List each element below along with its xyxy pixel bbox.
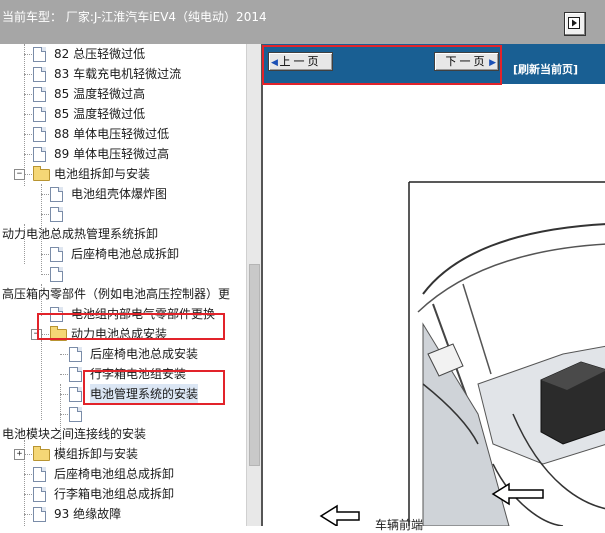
tree-item-label: 83 车载充电机轻微过流 xyxy=(54,67,182,81)
tree-connector xyxy=(24,174,32,175)
document-icon xyxy=(33,127,46,142)
tree-connector xyxy=(24,494,32,495)
tree-connector xyxy=(41,214,49,215)
tree-connector xyxy=(24,94,32,95)
tree-item[interactable]: 88 单体电压轻微过低 xyxy=(0,124,246,144)
tree-item-label: 后座椅电池总成安装 xyxy=(90,347,199,361)
tree-connector xyxy=(41,274,49,275)
title-bar: 当前车型： 厂家:J-江淮汽车iEV4（纯电动）2014 xyxy=(0,0,605,44)
refresh-page-link[interactable]: [刷新当前页] xyxy=(513,61,578,77)
tree-item-label: 后座椅电池组总成拆卸 xyxy=(54,467,175,481)
tree-item[interactable]: 93 绝缘故障 xyxy=(0,504,246,524)
tree-scrollbar[interactable] xyxy=(246,44,261,526)
document-icon xyxy=(69,367,82,382)
document-icon xyxy=(33,87,46,102)
vehicle-diagram: 车辆前端 xyxy=(263,84,605,532)
tree-connector xyxy=(60,394,68,395)
tree-item-label: 电池组拆卸与安装 xyxy=(54,167,151,181)
tree-item[interactable]: 后座椅电池总成安装 xyxy=(0,344,246,364)
tree-item[interactable]: 89 单体电压轻微过高 xyxy=(0,144,246,164)
tree-item[interactable]: 82 总压轻微过低 xyxy=(0,44,246,64)
nav-buttons-highlight xyxy=(262,45,502,85)
document-viewer: ◀ 上一页 下一页 ▶ [刷新当前页] 车辆前端 xyxy=(261,44,605,532)
tree-folder-item[interactable]: + 模组拆卸与安装 xyxy=(0,444,246,464)
document-icon xyxy=(50,267,63,282)
tree-item[interactable]: 后座椅电池总成拆卸 xyxy=(0,244,246,264)
tree-item-label: 85 温度轻微过低 xyxy=(54,107,146,121)
tree-item-label: 后座椅电池总成拆卸 xyxy=(71,247,180,261)
document-icon xyxy=(33,467,46,482)
document-icon xyxy=(33,147,46,162)
document-icon xyxy=(69,387,82,402)
document-icon xyxy=(50,207,63,222)
catalog-tree: 82 总压轻微过低 83 车载充电机轻微过流 85 温度轻微过高 85 温度轻微过低 8… xyxy=(0,44,246,526)
tree-item-label: 行李箱电池组总成拆卸 xyxy=(54,487,175,501)
tree-connector xyxy=(24,474,32,475)
document-icon xyxy=(33,67,46,82)
figure-caption: 车辆前端 xyxy=(375,518,424,532)
document-icon xyxy=(69,407,82,422)
tree-section-heading: 动力电池总成热管理系统拆卸 xyxy=(0,224,246,244)
bms-install-highlight xyxy=(83,370,225,405)
tree-connector xyxy=(60,414,68,415)
install-folder-highlight xyxy=(37,313,225,340)
expand-icon[interactable]: + xyxy=(14,449,25,460)
folder-icon xyxy=(33,166,50,181)
tree-item-label: 电池模块之间连接线的安装 xyxy=(2,427,147,441)
bookmark-arrow-icon xyxy=(568,17,580,29)
tree-connector xyxy=(24,454,32,455)
tree-connector xyxy=(41,254,49,255)
tree-item[interactable] xyxy=(0,204,246,224)
document-icon xyxy=(33,507,46,522)
tree-connector xyxy=(24,134,32,135)
document-icon xyxy=(50,187,63,202)
tree-item-label: 89 单体电压轻微过高 xyxy=(54,147,170,161)
tree-item[interactable]: 85 温度轻微过高 xyxy=(0,84,246,104)
tree-item-label: 电池组壳体爆炸图 xyxy=(71,187,168,201)
tree-item[interactable]: 电池组壳体爆炸图 xyxy=(0,184,246,204)
tree-item-label: 82 总压轻微过低 xyxy=(54,47,146,61)
tree-item[interactable] xyxy=(0,404,246,424)
tree-item-label: 模组拆卸与安装 xyxy=(54,447,139,461)
vehicle-model-title: 当前车型： 厂家:J-江淮汽车iEV4（纯电动）2014 xyxy=(2,10,267,24)
document-icon xyxy=(69,347,82,362)
tree-scrollbar-thumb[interactable] xyxy=(249,264,260,466)
tree-item-label: 动力电池总成热管理系统拆卸 xyxy=(2,227,159,241)
document-icon xyxy=(33,107,46,122)
tree-item-label: 93 绝缘故障 xyxy=(54,507,122,521)
document-icon xyxy=(33,487,46,502)
tree-connector xyxy=(24,114,32,115)
tree-connector xyxy=(24,54,32,55)
tree-connector xyxy=(24,74,32,75)
tree-connector xyxy=(24,514,32,515)
tree-folder-item[interactable]: − 电池组拆卸与安装 xyxy=(0,164,246,184)
document-icon xyxy=(50,247,63,262)
folder-icon xyxy=(33,446,50,461)
tree-item[interactable]: 83 车载充电机轻微过流 xyxy=(0,64,246,84)
tree-connector xyxy=(41,194,49,195)
tree-item[interactable] xyxy=(0,264,246,284)
tree-item[interactable]: 85 温度轻微过低 xyxy=(0,104,246,124)
tree-connector xyxy=(60,354,68,355)
tree-section-heading: 电池模块之间连接线的安装 xyxy=(0,424,246,444)
tree-item[interactable]: 后座椅电池组总成拆卸 xyxy=(0,464,246,484)
car-body-illustration xyxy=(319,181,605,528)
collapse-icon[interactable]: − xyxy=(14,169,25,180)
tree-item-label: 85 温度轻微过高 xyxy=(54,87,146,101)
tree-item-label: 高压箱内零部件（例如电池高压控制器）更 xyxy=(2,287,231,301)
tree-section-heading: 高压箱内零部件（例如电池高压控制器）更 xyxy=(0,284,246,304)
document-icon xyxy=(33,47,46,62)
tree-item-label: 88 单体电压轻微过低 xyxy=(54,127,170,141)
tree-item[interactable]: 行李箱电池组总成拆卸 xyxy=(0,484,246,504)
bookmark-button[interactable] xyxy=(564,12,586,36)
tree-connector xyxy=(60,374,68,375)
tree-connector xyxy=(24,154,32,155)
